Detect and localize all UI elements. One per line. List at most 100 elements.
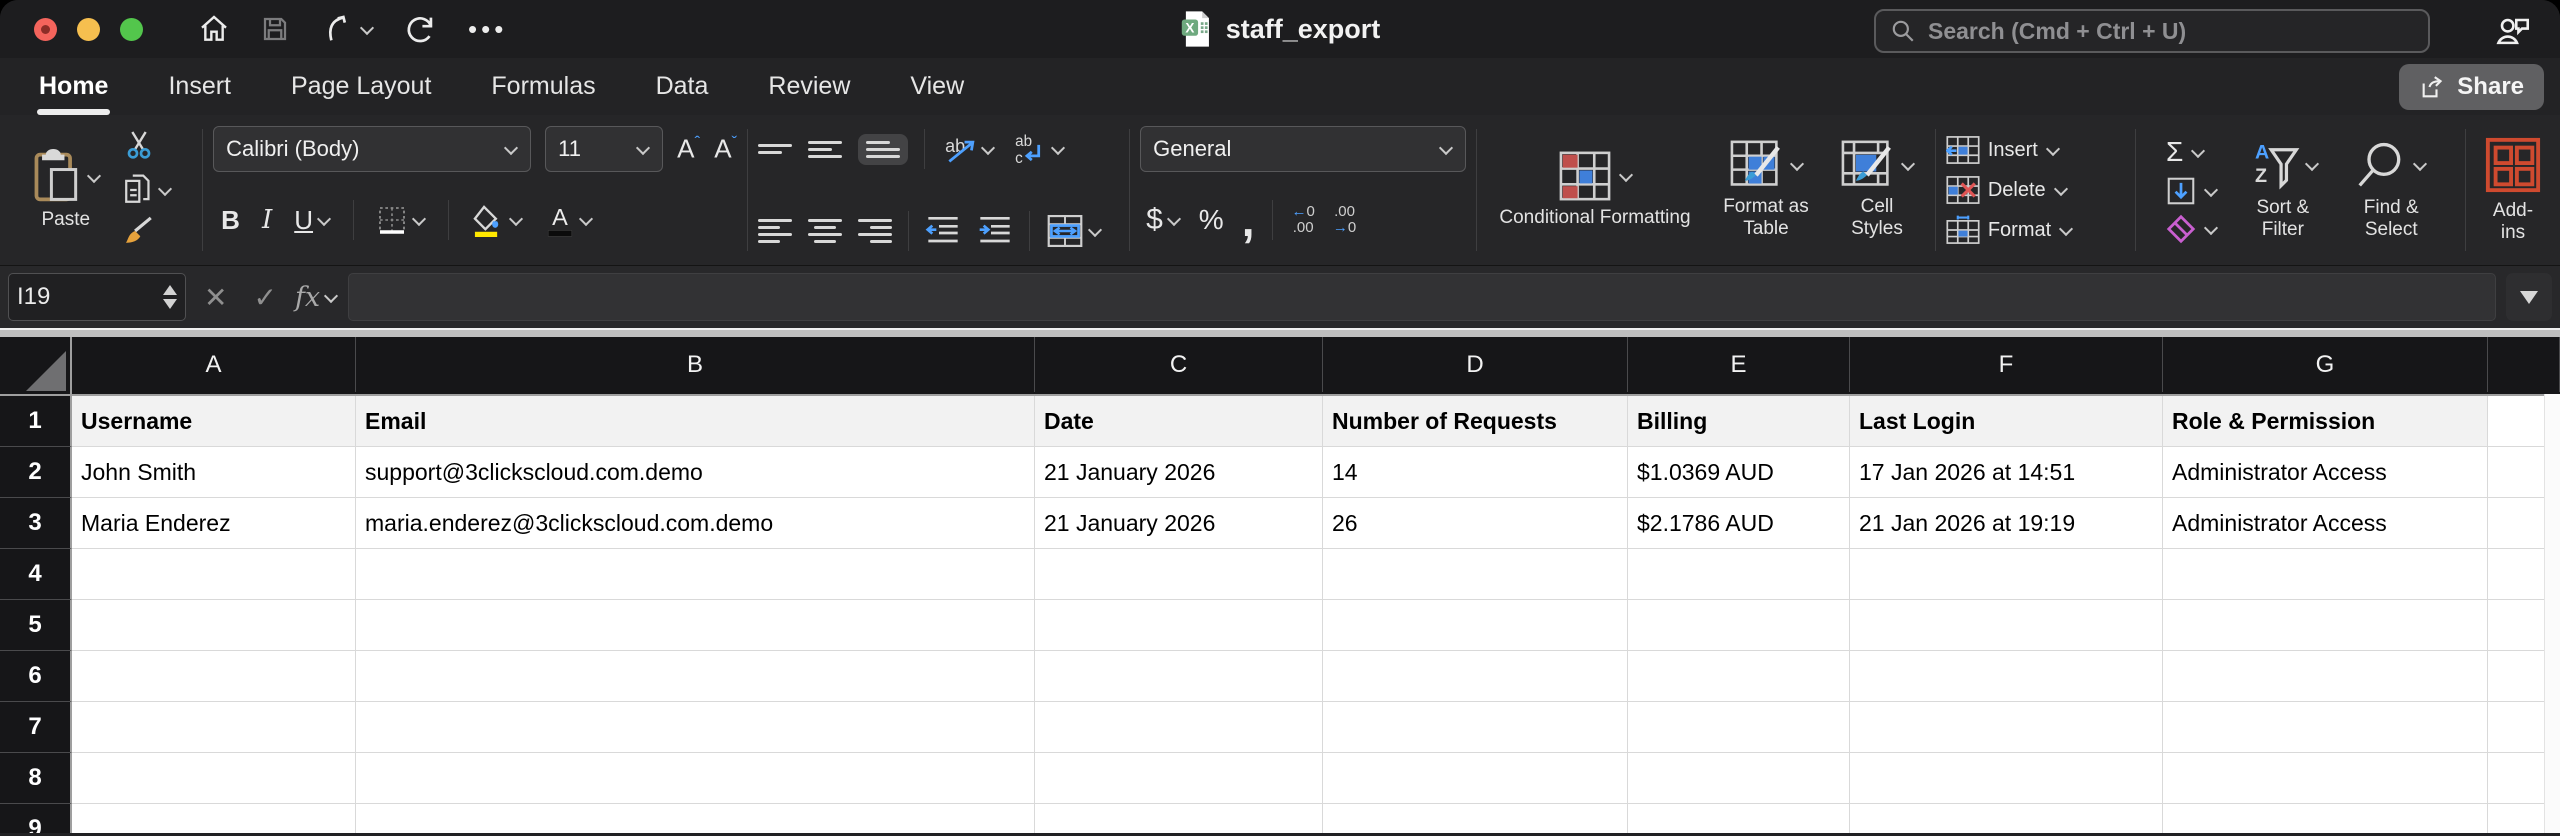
orientation-button[interactable]: ab	[941, 132, 996, 166]
cell-C6[interactable]	[1035, 651, 1323, 702]
row-header-2[interactable]: 2	[0, 447, 72, 498]
column-header-D[interactable]: D	[1323, 337, 1628, 392]
undo-button[interactable]	[320, 12, 375, 46]
shrink-font-button[interactable]: Aˇ	[714, 133, 737, 165]
addins-button[interactable]: Add-ins	[2476, 115, 2550, 265]
cell-D3[interactable]: 26	[1323, 498, 1628, 549]
conditional-formatting-button[interactable]: Conditional Formatting	[1487, 115, 1703, 265]
cell-F2[interactable]: 17 Jan 2026 at 14:51	[1850, 447, 2163, 498]
format-painter-icon[interactable]	[122, 215, 172, 252]
cell-B4[interactable]	[356, 549, 1035, 600]
align-right-button[interactable]	[858, 219, 893, 243]
increase-decimal-button[interactable]: ←0.00	[1291, 204, 1314, 236]
cell-styles-button[interactable]: Cell Styles	[1829, 115, 1925, 265]
cell-C7[interactable]	[1035, 702, 1323, 753]
cell-A3[interactable]: Maria Enderez	[72, 498, 356, 549]
zoom-button[interactable]	[120, 17, 143, 41]
cell-E4[interactable]	[1628, 549, 1850, 600]
fill-button[interactable]	[2166, 176, 2219, 206]
home-quick-icon[interactable]	[198, 13, 230, 45]
cell-A4[interactable]	[72, 549, 356, 600]
share-button[interactable]: Share	[2399, 64, 2544, 110]
tab-review[interactable]: Review	[766, 66, 852, 107]
cell-C2[interactable]: 21 January 2026	[1035, 447, 1323, 498]
tab-home[interactable]: Home	[37, 66, 111, 115]
cell-B1[interactable]: Email	[356, 396, 1035, 447]
bold-button[interactable]: B	[221, 205, 240, 236]
account-icon[interactable]	[2492, 10, 2532, 55]
tab-insert[interactable]: Insert	[166, 66, 233, 107]
copy-button[interactable]	[122, 173, 172, 207]
name-box-stepper[interactable]	[163, 285, 177, 309]
row-header-9[interactable]: 9	[0, 804, 72, 833]
tab-view[interactable]: View	[908, 66, 966, 107]
align-left-button[interactable]	[758, 219, 793, 243]
column-header-B[interactable]: B	[356, 337, 1035, 392]
column-header-F[interactable]: F	[1850, 337, 2163, 392]
cell-F7[interactable]	[1850, 702, 2163, 753]
cell-G7[interactable]	[2163, 702, 2488, 753]
font-color-button[interactable]: A	[545, 203, 594, 237]
row-header-4[interactable]: 4	[0, 549, 72, 600]
cell-B2[interactable]: support@3clickscloud.com.demo	[356, 447, 1035, 498]
format-cells-button[interactable]: Format	[1946, 215, 2074, 245]
cell-A5[interactable]	[72, 600, 356, 651]
column-header-G[interactable]: G	[2163, 337, 2488, 392]
number-format-select[interactable]: General	[1140, 126, 1467, 172]
tab-formulas[interactable]: Formulas	[489, 66, 597, 107]
cell-A1[interactable]: Username	[72, 396, 356, 447]
cell-E6[interactable]	[1628, 651, 1850, 702]
cell-D9[interactable]	[1323, 804, 1628, 833]
cell-B9[interactable]	[356, 804, 1035, 833]
cell-F3[interactable]: 21 Jan 2026 at 19:19	[1850, 498, 2163, 549]
cell-C4[interactable]	[1035, 549, 1323, 600]
cell-D6[interactable]	[1323, 651, 1628, 702]
save-icon[interactable]	[260, 14, 290, 44]
fill-color-button[interactable]	[471, 203, 524, 237]
more-toolbar-icon[interactable]: •••	[468, 16, 507, 42]
percent-format-button[interactable]: %	[1199, 204, 1224, 236]
redo-button[interactable]	[404, 12, 438, 46]
clear-button[interactable]	[2166, 214, 2219, 244]
increase-indent-button[interactable]	[977, 213, 1013, 250]
close-button[interactable]	[34, 17, 57, 41]
cell-A9[interactable]	[72, 804, 356, 833]
grow-font-button[interactable]: Aˆ	[677, 133, 700, 165]
column-header-partial[interactable]	[2488, 337, 2560, 392]
cell-F4[interactable]	[1850, 549, 2163, 600]
cell-A7[interactable]	[72, 702, 356, 753]
row-header-1[interactable]: 1	[0, 396, 72, 447]
formula-input[interactable]	[348, 273, 2496, 321]
cell-C8[interactable]	[1035, 753, 1323, 804]
vertical-scrollbar[interactable]	[2544, 394, 2560, 833]
paste-button[interactable]: Paste	[31, 149, 101, 231]
align-top-button[interactable]	[758, 144, 793, 154]
cell-B6[interactable]	[356, 651, 1035, 702]
cell-G5[interactable]	[2163, 600, 2488, 651]
cell-E3[interactable]: $2.1786 AUD	[1628, 498, 1850, 549]
cell-A2[interactable]: John Smith	[72, 447, 356, 498]
cell-F9[interactable]	[1850, 804, 2163, 833]
delete-cells-button[interactable]: Delete	[1946, 175, 2073, 205]
cell-D4[interactable]	[1323, 549, 1628, 600]
align-center-button[interactable]	[808, 219, 843, 243]
cell-C5[interactable]	[1035, 600, 1323, 651]
cell-F8[interactable]	[1850, 753, 2163, 804]
column-header-E[interactable]: E	[1628, 337, 1850, 392]
row-header-5[interactable]: 5	[0, 600, 72, 651]
cell-F6[interactable]	[1850, 651, 2163, 702]
cell-B5[interactable]	[356, 600, 1035, 651]
insert-cells-button[interactable]: Insert	[1945, 135, 2073, 165]
cell-C3[interactable]: 21 January 2026	[1035, 498, 1323, 549]
insert-function-button[interactable]: fx	[295, 282, 339, 313]
borders-button[interactable]	[376, 204, 427, 236]
cell-G4[interactable]	[2163, 549, 2488, 600]
row-header-6[interactable]: 6	[0, 651, 72, 702]
align-middle-button[interactable]	[808, 140, 843, 158]
cell-C9[interactable]	[1035, 804, 1323, 833]
column-header-C[interactable]: C	[1035, 337, 1323, 392]
cell-G2[interactable]: Administrator Access	[2163, 447, 2488, 498]
cell-D1[interactable]: Number of Requests	[1323, 396, 1628, 447]
cell-D2[interactable]: 14	[1323, 447, 1628, 498]
cancel-entry-icon[interactable]: ✕	[196, 281, 235, 314]
